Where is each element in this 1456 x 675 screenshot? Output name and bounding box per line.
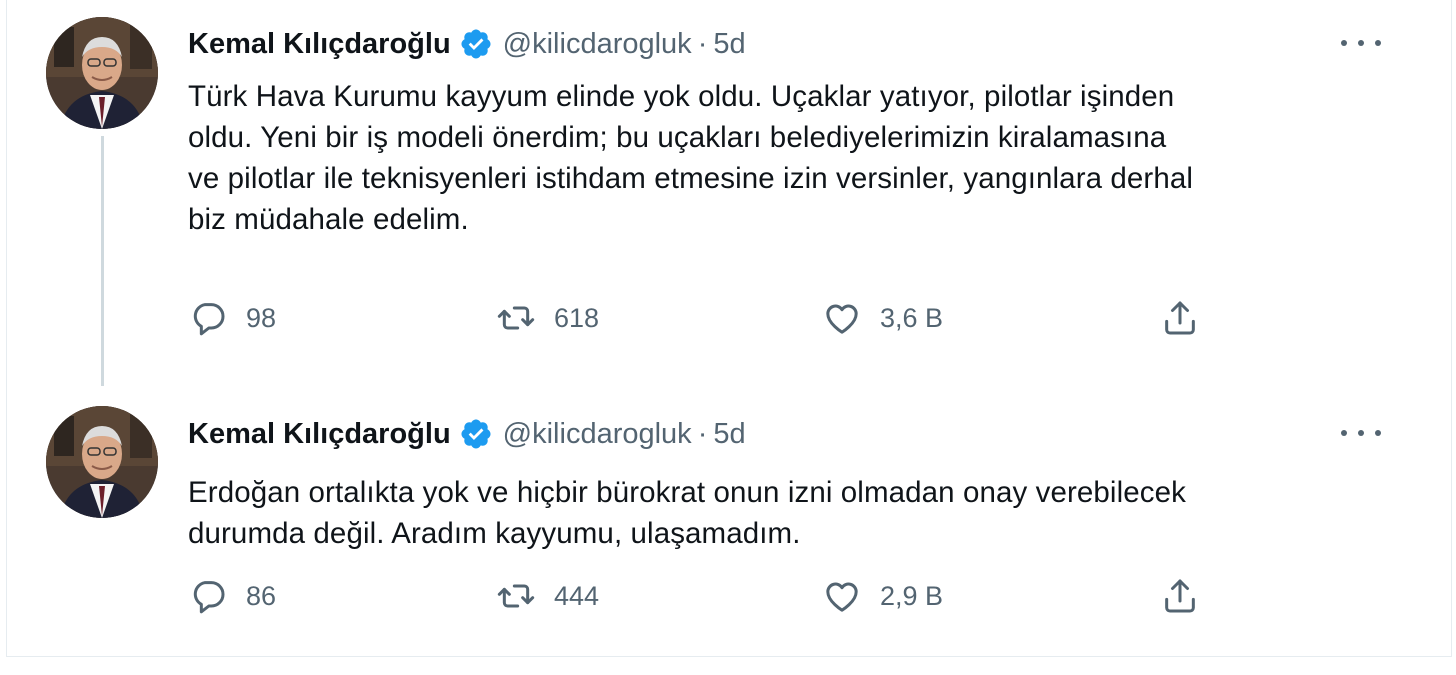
tweet-text-line: Erdoğan ortalıkta yok ve hiçbir bürokrat… — [188, 476, 1186, 509]
tweet-text-line: Türk Hava Kurumu kayyum elinde yok oldu.… — [188, 80, 1175, 113]
share-icon — [1165, 301, 1195, 335]
more-icon[interactable] — [1341, 28, 1381, 58]
retweet-button[interactable]: 444 — [496, 576, 599, 616]
retweet-count: 618 — [554, 302, 600, 333]
tweet-header: Kemal Kılıçdaroğlu @kilicdarogluk · 5d — [188, 24, 746, 64]
like-count: 2,9 B — [880, 580, 944, 611]
tweet[interactable]: Kemal Kılıçdaroğlu @kilicdarogluk · 5d T… — [0, 0, 1456, 390]
tweet-text-line: oldu. Yeni bir iş modeli önerdim; bu uça… — [188, 121, 1167, 154]
like-icon — [826, 304, 858, 334]
separator-dot: · — [697, 417, 708, 450]
retweet-button[interactable]: 618 — [496, 298, 599, 338]
verified-badge-icon — [461, 29, 491, 59]
avatar[interactable] — [46, 406, 158, 518]
author-name[interactable]: Kemal Kılıçdaroğlu — [188, 28, 451, 61]
like-icon — [826, 582, 858, 612]
tweet-text: Türk Hava Kurumu kayyum elinde yok oldu.… — [188, 76, 1378, 240]
more-icon[interactable] — [1341, 418, 1381, 448]
tweet-actions: 98 618 3,6 B — [188, 298, 1218, 338]
tweet-header: Kemal Kılıçdaroğlu @kilicdarogluk · 5d — [188, 414, 746, 454]
reply-icon — [193, 303, 225, 336]
tweet-text-line: biz müdahale edelim. — [188, 203, 469, 236]
tweet-text-line: durumda değil. Aradım kayyumu, ulaşamadı… — [188, 517, 801, 550]
retweet-icon — [497, 306, 535, 330]
avatar[interactable] — [46, 17, 158, 129]
author-handle[interactable]: @kilicdarogluk — [503, 28, 692, 61]
reply-icon — [193, 581, 225, 614]
reply-button[interactable]: 98 — [188, 298, 276, 338]
author-handle[interactable]: @kilicdarogluk — [503, 418, 692, 451]
reply-count: 86 — [246, 580, 277, 611]
like-button[interactable]: 3,6 B — [822, 298, 943, 338]
like-count: 3,6 B — [880, 302, 944, 333]
author-name[interactable]: Kemal Kılıçdaroğlu — [188, 418, 451, 451]
tweet-actions: 86 444 2,9 B — [188, 576, 1218, 616]
thread-line — [101, 136, 104, 386]
retweet-count: 444 — [554, 580, 600, 611]
share-icon — [1165, 579, 1195, 613]
tweet-time[interactable]: 5d — [713, 418, 745, 451]
like-button[interactable]: 2,9 B — [822, 576, 943, 616]
verified-badge-icon — [461, 419, 491, 449]
tweet[interactable]: Kemal Kılıçdaroğlu @kilicdarogluk · 5d E… — [0, 390, 1456, 656]
tweet-text: Erdoğan ortalıkta yok ve hiçbir bürokrat… — [188, 472, 1418, 554]
retweet-icon — [497, 584, 535, 608]
share-button[interactable] — [1160, 298, 1200, 338]
tweet-text-line: ve pilotlar ile teknisyenleri istihdam e… — [188, 162, 1194, 195]
share-button[interactable] — [1160, 576, 1200, 616]
reply-count: 98 — [246, 302, 277, 333]
separator-dot: · — [697, 27, 708, 60]
tweet-time[interactable]: 5d — [713, 28, 745, 61]
reply-button[interactable]: 86 — [188, 576, 276, 616]
